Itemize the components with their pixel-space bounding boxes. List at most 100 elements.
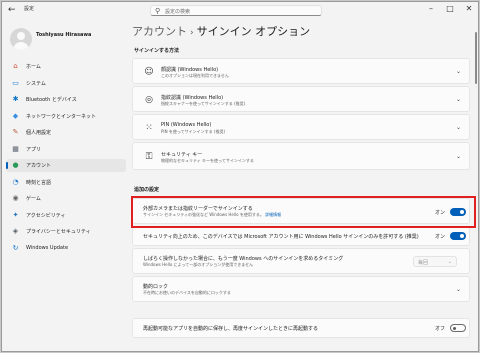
- dynamic-lock-title: 動的ロック: [143, 284, 169, 290]
- sidebar-item[interactable]: ✦ アクセシビリティ: [6, 209, 126, 222]
- sidebar-item[interactable]: ⌂ ホーム: [6, 60, 126, 73]
- home-icon: ⌂: [13, 62, 18, 70]
- additional-settings-heading: 追加の設定: [134, 187, 160, 193]
- restart-apps-title: 再起動可能なアプリを自動的に保存し、再度サインインしたときに再起動する: [143, 326, 319, 332]
- sidebar-item[interactable]: ◆ ネットワークとインターネット: [6, 110, 126, 123]
- external-camera-description: サインイン セキュリティの強化など Windows Hello を使用する。: [143, 212, 264, 217]
- dynamic-lock-subtitle: 不在時にお使いのデバイスを自動的にロックする: [143, 290, 231, 295]
- sidebar-item-label: Windows Update: [26, 244, 69, 251]
- restart-apps-state: オフ: [435, 326, 446, 332]
- search-icon: ⚲: [155, 7, 161, 15]
- minimize-icon[interactable]: –: [424, 3, 438, 15]
- hello-only-state: オン: [435, 234, 446, 240]
- network-icon: ◆: [12, 111, 19, 120]
- sidebar-item[interactable]: ◉ ゲーム: [6, 192, 126, 205]
- chevron-down-icon: ⌄: [455, 68, 461, 75]
- away-timing-setting: しばらく操作しなかった場合に、もう一度 Windows へのサインインを求めるタ…: [132, 248, 470, 274]
- hello-only-title: セキュリティ向上のため、このデバイスでは Microsoft アカウント用に W…: [143, 234, 419, 240]
- user-name: Toshiyasu Hirasawa: [36, 32, 92, 38]
- close-icon[interactable]: ✕: [462, 3, 476, 15]
- away-timing-dropdown[interactable]: 毎回 ⌄: [413, 256, 457, 267]
- sidebar-item-label: システム: [26, 80, 46, 87]
- external-camera-title: 外部カメラまたは指紋リーダーでサインインする: [143, 206, 253, 212]
- chevron-down-icon: ⌄: [447, 259, 452, 265]
- signin-item-face[interactable]: ☺ 顔認識 (Windows Hello) このオプションは現在利用できません …: [132, 58, 470, 84]
- system-icon: ▭: [12, 78, 19, 87]
- active-indicator: [6, 162, 8, 169]
- sidebar-item-label: ゲーム: [26, 196, 41, 202]
- sidebar-item[interactable]: ✎ 個人用設定: [6, 126, 126, 139]
- away-timing-subtitle: Windows Hello によって一部のオプションが使用できません: [143, 262, 254, 267]
- back-arrow-icon[interactable]: ←: [8, 4, 20, 16]
- breadcrumb-separator: ›: [190, 28, 194, 38]
- accounts-icon: ●: [12, 161, 19, 169]
- app-title: 設定: [24, 6, 35, 12]
- sidebar-item[interactable]: ◈ プライバシーとセキュリティ: [6, 225, 126, 238]
- windows-update-icon: ↻: [12, 243, 19, 252]
- restart-apps-setting: 再起動可能なアプリを自動的に保存し、再度サインインしたときに再起動する オフ: [132, 318, 470, 338]
- sidebar-item[interactable]: ● アカウント: [6, 159, 126, 172]
- signin-item-subtitle: PIN を使ってサインインする (推奨): [161, 129, 226, 134]
- signin-item-subtitle: 物理的なセキュリティ キーを使ってサインインする: [161, 158, 254, 163]
- face-recognition-icon: ☺: [144, 67, 154, 77]
- sidebar-item[interactable]: ◔ 時刻と言語: [6, 176, 126, 189]
- search-box[interactable]: ⚲ 設定の検索: [150, 5, 322, 16]
- sidebar-item[interactable]: ▭ システム: [6, 77, 126, 90]
- hello-only-toggle[interactable]: [450, 232, 466, 240]
- search-placeholder: 設定の検索: [165, 9, 191, 15]
- maximize-icon[interactable]: □: [443, 3, 457, 15]
- title-bar: ← 設定 ⚲ 設定の検索 – □ ✕: [2, 2, 478, 18]
- sidebar-item-label: アプリ: [26, 146, 42, 153]
- chevron-down-icon: ⌄: [455, 153, 461, 160]
- away-timing-title: しばらく操作しなかった場合に、もう一度 Windows へのサインインを求めるタ…: [143, 256, 344, 262]
- restart-apps-toggle[interactable]: [450, 324, 466, 332]
- sidebar-item-label: アクセシビリティ: [26, 212, 66, 219]
- sidebar-item[interactable]: ▦ アプリ: [6, 143, 126, 156]
- signin-item-pin[interactable]: ⁙ PIN (Windows Hello) PIN を使ってサインインする (推…: [132, 114, 470, 140]
- signin-item-subtitle: 指紋スキャナーを使ってサインインする (推奨): [161, 101, 246, 106]
- user-profile[interactable]: Toshiyasu Hirasawa: [10, 28, 126, 54]
- sidebar-item-label: ホーム: [26, 64, 41, 70]
- settings-window: ← 設定 ⚲ 設定の検索 – □ ✕ Toshiyasu Hirasawa ⌂ ホ…: [1, 1, 479, 352]
- chevron-down-icon: ⌄: [455, 124, 461, 131]
- time-language-icon: ◔: [12, 177, 19, 186]
- external-camera-toggle[interactable]: [450, 208, 466, 216]
- external-camera-state: オン: [435, 210, 446, 216]
- signin-item-title: 顔認識 (Windows Hello): [161, 67, 219, 73]
- sidebar-item-label: アカウント: [26, 163, 52, 169]
- sidebar: Toshiyasu Hirasawa ⌂ ホーム ▭ システム ✱ Bluetooth と…: [2, 20, 130, 351]
- signin-item-title: セキュリティ キー: [161, 152, 203, 158]
- signin-item-title: PIN (Windows Hello): [161, 122, 212, 128]
- external-camera-subtitle: サインイン セキュリティの強化など Windows Hello を使用する。 詳…: [143, 212, 281, 218]
- signin-item-security-key[interactable]: ⚿ セキュリティ キー 物理的なセキュリティ キーを使ってサインインする ⌄: [132, 142, 470, 170]
- sidebar-item-label: ネットワークとインターネット: [26, 113, 97, 120]
- avatar: [10, 28, 32, 50]
- bluetooth-icon: ✱: [12, 95, 19, 103]
- sidebar-item[interactable]: ✱ Bluetooth とデバイス: [6, 93, 126, 106]
- apps-icon: ▦: [12, 144, 19, 153]
- breadcrumb-parent[interactable]: アカウント: [132, 25, 187, 38]
- sidebar-item-label: 個人用設定: [26, 130, 52, 136]
- chevron-down-icon: ⌄: [455, 96, 461, 103]
- dynamic-lock-setting[interactable]: 動的ロック 不在時にお使いのデバイスを自動的にロックする ⌄: [132, 276, 470, 302]
- external-camera-setting: 外部カメラまたは指紋リーダーでサインインする サインイン セキュリティの強化など…: [132, 198, 470, 224]
- away-timing-value: 毎回: [418, 260, 429, 266]
- sidebar-item-label: プライバシーとセキュリティ: [26, 229, 91, 235]
- signin-item-fingerprint[interactable]: ◎ 指紋認識 (Windows Hello) 指紋スキャナーを使ってサインインす…: [132, 86, 470, 112]
- privacy-icon: ◈: [12, 227, 19, 235]
- hello-only-setting: セキュリティ向上のため、このデバイスでは Microsoft アカウント用に W…: [132, 226, 470, 246]
- breadcrumb-current: サインイン オプション: [196, 25, 311, 38]
- gaming-icon: ◉: [12, 194, 19, 202]
- page-title: アカウント › サインイン オプション: [132, 23, 310, 39]
- signin-item-subtitle: このオプションは現在利用できません: [161, 73, 229, 78]
- personalization-icon: ✎: [12, 128, 19, 136]
- signin-item-title: 指紋認識 (Windows Hello): [161, 95, 224, 101]
- sidebar-item[interactable]: ↻ Windows Update: [6, 242, 126, 255]
- fingerprint-icon: ◎: [145, 95, 153, 105]
- signin-methods-heading: サインインする方法: [134, 48, 180, 54]
- security-key-icon: ⚿: [145, 152, 153, 162]
- main-content: アカウント › サインイン オプション サインインする方法 ☺ 顔認識 (Windo…: [130, 18, 478, 351]
- learn-more-link[interactable]: 詳細情報: [265, 212, 281, 217]
- pin-icon: ⁙: [145, 123, 153, 133]
- scrollbar[interactable]: [475, 32, 477, 84]
